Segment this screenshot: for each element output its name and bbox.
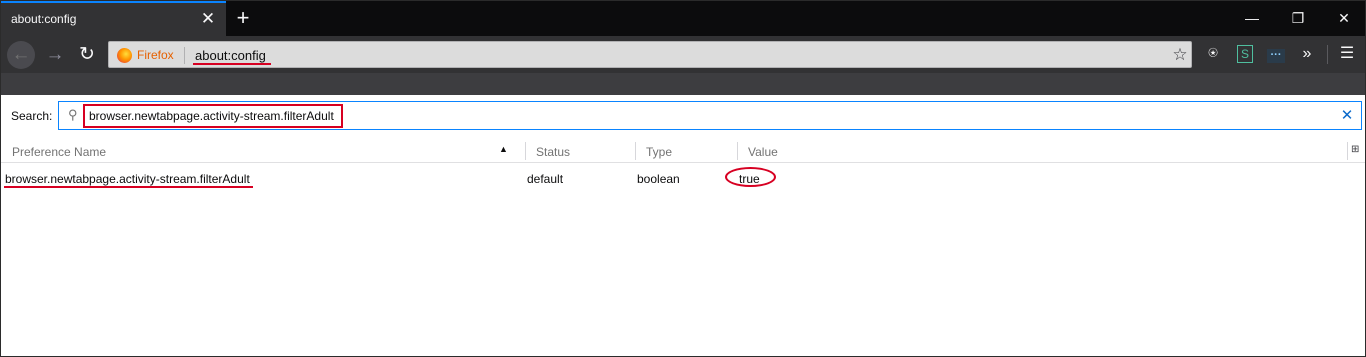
- url-separator: [184, 47, 185, 64]
- sort-ascending-icon: ▲: [499, 144, 508, 154]
- extension-dots-icon[interactable]: ···: [1264, 42, 1288, 66]
- column-picker-icon[interactable]: ⊞: [1351, 144, 1363, 156]
- url-highlight-underline: [193, 63, 271, 65]
- column-splitter[interactable]: [737, 142, 738, 160]
- tab-about-config[interactable]: about:config ✕: [1, 1, 226, 36]
- window-close-icon[interactable]: ✕: [1321, 1, 1365, 36]
- chevron-double-right-icon[interactable]: »: [1295, 42, 1319, 66]
- clear-search-icon[interactable]: ✕: [1337, 106, 1357, 126]
- table-header: Preference Name ▲ Status Type Value ⊞: [1, 139, 1365, 163]
- pref-status-cell: default: [527, 172, 564, 186]
- library-icon[interactable]: ⍟: [1201, 42, 1225, 66]
- extension-s-icon[interactable]: S: [1233, 42, 1257, 66]
- tab-strip: about:config ✕ + — ❐ ✕: [1, 1, 1365, 36]
- nav-toolbar: ← → ↻ Firefox about:config ☆ ⍟ S ··· » ☰: [1, 36, 1365, 73]
- table-row[interactable]: browser.newtabpage.activity-stream.filte…: [1, 165, 1365, 189]
- restore-icon[interactable]: ❐: [1275, 1, 1321, 36]
- column-splitter[interactable]: [1347, 142, 1348, 160]
- url-text[interactable]: about:config: [195, 48, 266, 63]
- column-header-preference-name[interactable]: Preference Name: [12, 145, 106, 159]
- hamburger-menu-icon[interactable]: ☰: [1335, 42, 1359, 66]
- close-icon[interactable]: ✕: [197, 8, 219, 30]
- column-splitter[interactable]: [525, 142, 526, 160]
- toolbar-separator: [1327, 45, 1328, 64]
- column-header-status[interactable]: Status: [536, 145, 570, 159]
- forward-arrow-icon[interactable]: →: [41, 41, 69, 69]
- toolbar-bottom-strip: [1, 73, 1365, 95]
- back-arrow-icon[interactable]: ←: [7, 41, 35, 69]
- column-header-value[interactable]: Value: [748, 145, 778, 159]
- star-icon[interactable]: ☆: [1169, 44, 1191, 66]
- magnifier-icon: ⚲: [68, 107, 78, 122]
- pref-name-cell: browser.newtabpage.activity-stream.filte…: [5, 172, 250, 186]
- search-box[interactable]: ⚲ ✕: [58, 101, 1362, 130]
- config-content: Search: ⚲ ✕ Preference Name ▲ Status Typ…: [1, 95, 1365, 356]
- browser-window: about:config ✕ + — ❐ ✕ ← → ↻ Firefox abo…: [0, 0, 1366, 357]
- url-bar[interactable]: Firefox about:config ☆: [108, 41, 1192, 68]
- pref-type-cell: boolean: [637, 172, 680, 186]
- minimize-icon[interactable]: —: [1229, 1, 1275, 36]
- search-label: Search:: [11, 109, 53, 123]
- pref-highlight-underline: [4, 186, 253, 188]
- tab-title: about:config: [11, 12, 77, 26]
- identity-label[interactable]: Firefox: [137, 48, 174, 62]
- value-highlight-ring: [725, 167, 776, 187]
- column-header-type[interactable]: Type: [646, 145, 672, 159]
- reload-icon[interactable]: ↻: [73, 41, 101, 69]
- plus-icon[interactable]: +: [230, 4, 256, 32]
- search-input[interactable]: [83, 104, 343, 128]
- firefox-logo-icon: [117, 48, 132, 63]
- column-splitter[interactable]: [635, 142, 636, 160]
